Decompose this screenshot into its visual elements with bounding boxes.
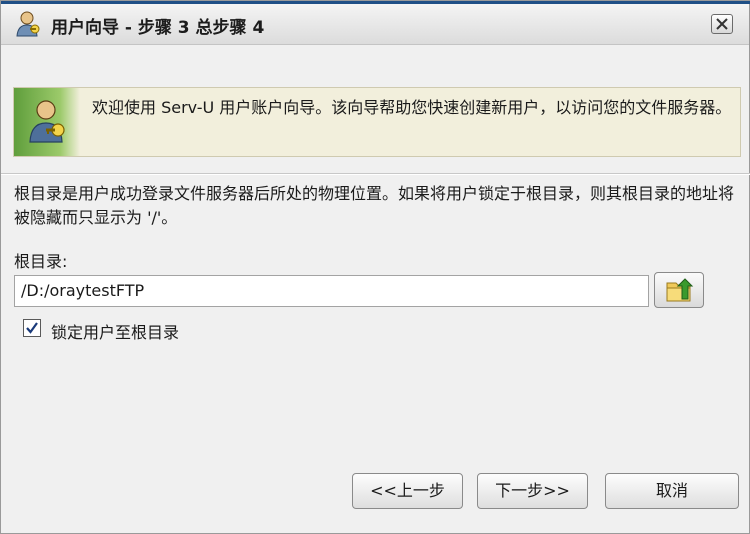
root-directory-input[interactable]: /D:/oraytestFTP (14, 275, 649, 307)
folder-up-icon (666, 278, 694, 302)
cancel-button[interactable]: 取消 (605, 473, 739, 509)
root-description: 根目录是用户成功登录文件服务器后所处的物理位置。如果将用户锁定于根目录，则其根目… (14, 184, 735, 227)
browse-folder-button[interactable] (654, 272, 704, 308)
checkmark-icon (26, 322, 38, 334)
lock-to-root-checkbox[interactable] (23, 319, 41, 337)
welcome-banner: 欢迎使用 Serv-U 用户账户向导。该向导帮助您快速创建新用户，以访问您的文件… (13, 87, 741, 157)
lock-to-root-label[interactable]: 锁定用户至根目录 (51, 319, 179, 343)
close-button[interactable] (711, 14, 733, 34)
user-wizard-icon (13, 9, 43, 39)
banner-icon-area (14, 88, 80, 156)
banner-text: 欢迎使用 Serv-U 用户账户向导。该向导帮助您快速创建新用户，以访问您的文件… (92, 98, 732, 117)
user-key-icon (24, 96, 72, 148)
close-icon (716, 18, 728, 30)
user-wizard-dialog: 用户向导 - 步骤 3 总步骤 4 欢迎使用 Serv-U 用户账户向导。该向导… (0, 0, 750, 534)
root-directory-label: 根目录: (14, 252, 68, 271)
next-button[interactable]: 下一步>> (477, 473, 588, 509)
previous-button[interactable]: <<上一步 (352, 473, 463, 509)
window-title: 用户向导 - 步骤 3 总步骤 4 (51, 18, 265, 38)
title-bar[interactable]: 用户向导 - 步骤 3 总步骤 4 (1, 4, 749, 45)
divider-highlight (1, 174, 750, 175)
